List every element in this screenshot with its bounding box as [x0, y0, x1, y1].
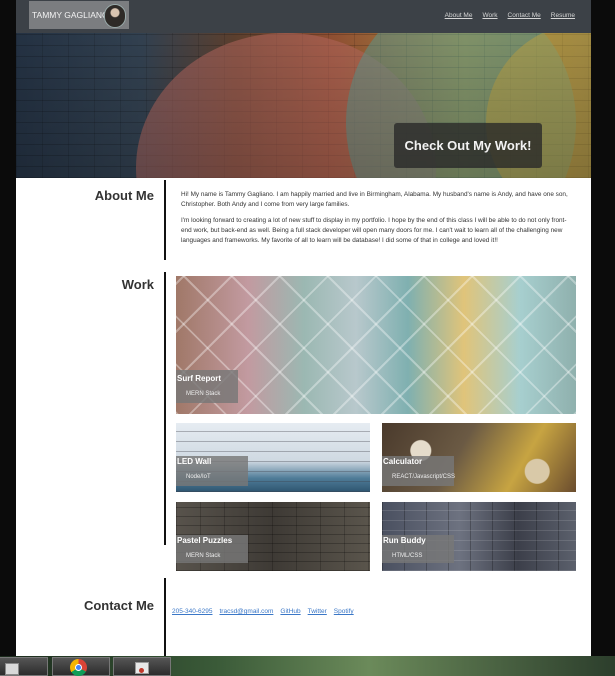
- project-stack: HTML/CSS: [392, 553, 423, 559]
- contact-links: 205-340-6295 tracsd@gmail.com GitHub Twi…: [172, 608, 354, 615]
- taskbar: [0, 656, 615, 676]
- brand-logo[interactable]: TAMMY GAGLIANO: [29, 1, 129, 29]
- nav-link-about[interactable]: About Me: [445, 12, 473, 19]
- portfolio-page: TAMMY GAGLIANO About Me Work Contact Me …: [16, 0, 591, 656]
- project-title: Surf Report: [177, 374, 221, 383]
- taskbar-chrome[interactable]: [52, 657, 110, 676]
- twitter-link[interactable]: Twitter: [308, 608, 327, 615]
- project-card-pastel-puzzles[interactable]: Pastel Puzzles MERN Stack: [176, 502, 370, 571]
- project-card-led-wall[interactable]: LED Wall Node/IoT: [176, 423, 370, 492]
- project-stack: REACT/Javascript/CSS: [392, 474, 456, 480]
- chrome-icon: [70, 659, 87, 676]
- project-card-surf-report[interactable]: Surf Report MERN Stack: [176, 276, 576, 414]
- section-divider: [164, 578, 166, 656]
- project-stack: Node/IoT: [186, 474, 211, 480]
- section-divider: [164, 180, 166, 260]
- project-stack: MERN Stack: [186, 553, 221, 559]
- phone-link[interactable]: 205-340-6295: [172, 608, 212, 615]
- navbar: TAMMY GAGLIANO About Me Work Contact Me …: [16, 0, 591, 33]
- email-link[interactable]: tracsd@gmail.com: [219, 608, 273, 615]
- project-title: Run Buddy: [383, 536, 426, 545]
- project-title: LED Wall: [177, 457, 212, 466]
- snipping-tool-icon: [135, 662, 149, 674]
- project-card-run-buddy[interactable]: Run Buddy HTML/CSS: [382, 502, 576, 571]
- section-divider: [164, 272, 166, 545]
- about-title: About Me: [94, 188, 154, 203]
- check-out-work-button[interactable]: Check Out My Work!: [394, 123, 542, 168]
- work-title: Work: [121, 277, 154, 292]
- file-explorer-icon: [5, 663, 19, 675]
- project-title: Pastel Puzzles: [177, 536, 233, 545]
- spotify-link[interactable]: Spotify: [334, 608, 354, 615]
- hero-banner: Check Out My Work!: [16, 33, 591, 178]
- nav-link-resume[interactable]: Resume: [551, 12, 575, 19]
- contact-title: Contact Me: [83, 598, 154, 613]
- project-stack: MERN Stack: [186, 391, 221, 397]
- nav-link-work[interactable]: Work: [482, 12, 497, 19]
- taskbar-file-explorer[interactable]: [0, 657, 48, 676]
- project-card-calculator[interactable]: Calculator REACT/Javascript/CSS: [382, 423, 576, 492]
- project-title: Calculator: [383, 457, 423, 466]
- avatar: [104, 4, 126, 28]
- about-paragraph: I'm looking forward to creating a lot of…: [181, 217, 567, 244]
- taskbar-snipping-tool[interactable]: [113, 657, 171, 676]
- about-text: Hi! My name is Tammy Gagliano. I am happ…: [181, 190, 576, 252]
- github-link[interactable]: GitHub: [280, 608, 300, 615]
- brand-name: TAMMY GAGLIANO: [32, 10, 109, 20]
- about-paragraph: Hi! My name is Tammy Gagliano. I am happ…: [181, 191, 568, 208]
- nav-links: About Me Work Contact Me Resume: [445, 12, 575, 19]
- nav-link-contact[interactable]: Contact Me: [508, 12, 541, 19]
